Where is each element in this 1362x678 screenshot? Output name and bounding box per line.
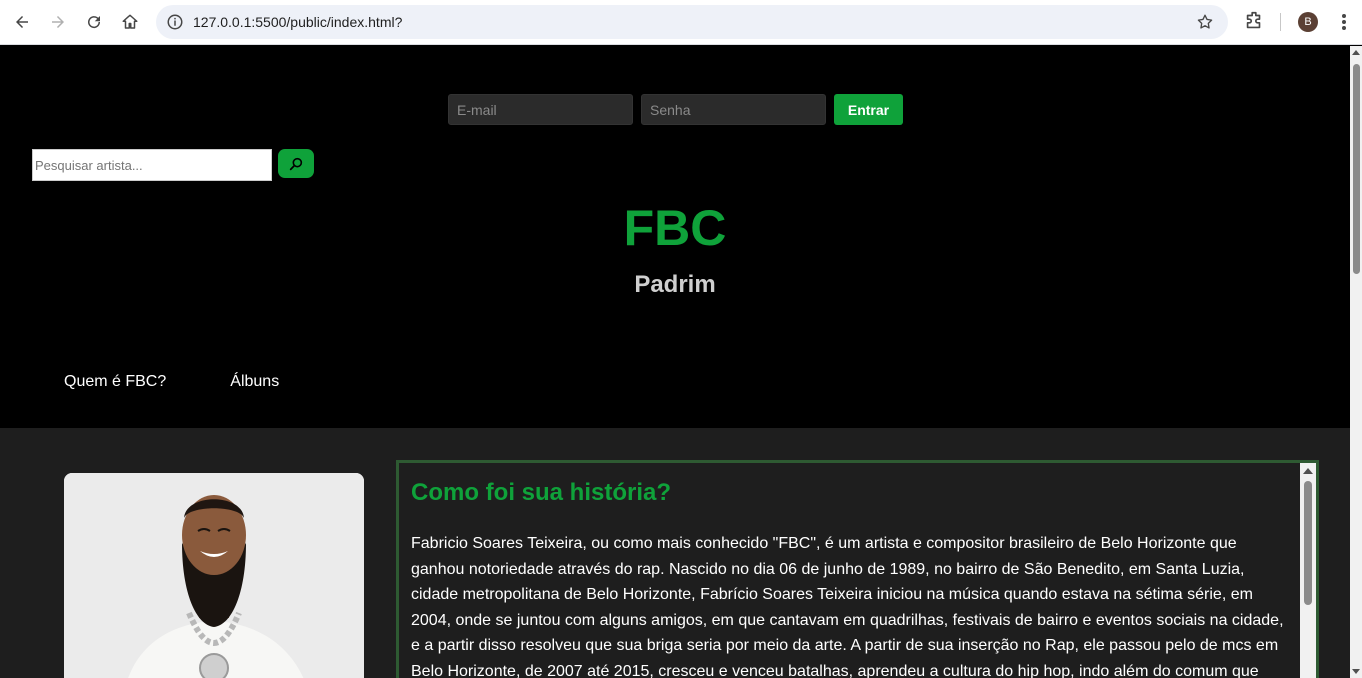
browser-menu-button[interactable] xyxy=(1334,11,1354,33)
profile-avatar[interactable]: B xyxy=(1298,12,1318,32)
bio-section: Como foi sua história? Fabricio Soares T… xyxy=(0,428,1350,678)
forward-button[interactable] xyxy=(45,9,71,35)
home-icon xyxy=(122,14,138,29)
extensions-icon[interactable] xyxy=(1243,10,1265,32)
menu-dot-icon xyxy=(1342,26,1346,30)
email-field[interactable] xyxy=(448,94,633,125)
scrollbar-thumb[interactable] xyxy=(1304,481,1312,605)
back-button[interactable] xyxy=(9,9,35,35)
toolbar-divider xyxy=(1280,13,1281,31)
history-title: Como foi sua história? xyxy=(411,479,672,506)
url-text[interactable]: 127.0.0.1:5500/public/index.html? xyxy=(193,14,402,30)
browser-toolbar: 127.0.0.1:5500/public/index.html? B xyxy=(0,0,1362,45)
password-field[interactable] xyxy=(641,94,826,125)
artist-portrait-image xyxy=(64,473,364,678)
page-scrollbar[interactable] xyxy=(1350,46,1362,678)
history-panel[interactable]: Como foi sua história? Fabricio Soares T… xyxy=(396,460,1319,678)
scroll-down-arrow-icon[interactable] xyxy=(1352,669,1360,674)
artist-photo xyxy=(64,473,364,678)
search-input[interactable] xyxy=(32,149,272,181)
menu-dot-icon xyxy=(1342,20,1346,24)
login-button[interactable]: Entrar xyxy=(834,94,903,125)
arrow-left-icon xyxy=(16,16,28,28)
reload-button[interactable] xyxy=(81,9,107,35)
search-button[interactable] xyxy=(278,149,314,178)
artist-name: FBC xyxy=(623,200,727,256)
reload-icon xyxy=(88,16,101,29)
home-button[interactable] xyxy=(117,9,143,35)
scroll-up-arrow-icon[interactable] xyxy=(1352,50,1360,55)
scroll-up-arrow-icon[interactable] xyxy=(1303,468,1313,474)
info-icon[interactable] xyxy=(166,13,184,31)
history-scrollbar[interactable] xyxy=(1300,463,1316,678)
artist-search xyxy=(32,149,314,181)
artist-subtitle: Padrim xyxy=(634,271,716,298)
nav-link-quem-e-fbc[interactable]: Quem é FBC? xyxy=(64,373,166,391)
arrow-right-icon xyxy=(52,16,64,28)
scrollbar-thumb[interactable] xyxy=(1353,64,1360,274)
search-icon xyxy=(289,157,303,170)
page-viewport: Entrar FBC Padrim Quem é FBC? Álbuns xyxy=(0,46,1350,678)
main-nav: Quem é FBC? Álbuns xyxy=(64,373,279,391)
menu-dot-icon xyxy=(1342,14,1346,18)
artist-header: FBC Padrim xyxy=(0,198,1350,300)
address-bar[interactable]: 127.0.0.1:5500/public/index.html? xyxy=(156,5,1228,39)
history-text: Fabricio Soares Teixeira, ou como mais c… xyxy=(411,535,1284,678)
login-form: Entrar xyxy=(448,94,903,125)
bookmark-star-icon[interactable] xyxy=(1196,13,1214,31)
nav-link-albuns[interactable]: Álbuns xyxy=(230,373,279,391)
